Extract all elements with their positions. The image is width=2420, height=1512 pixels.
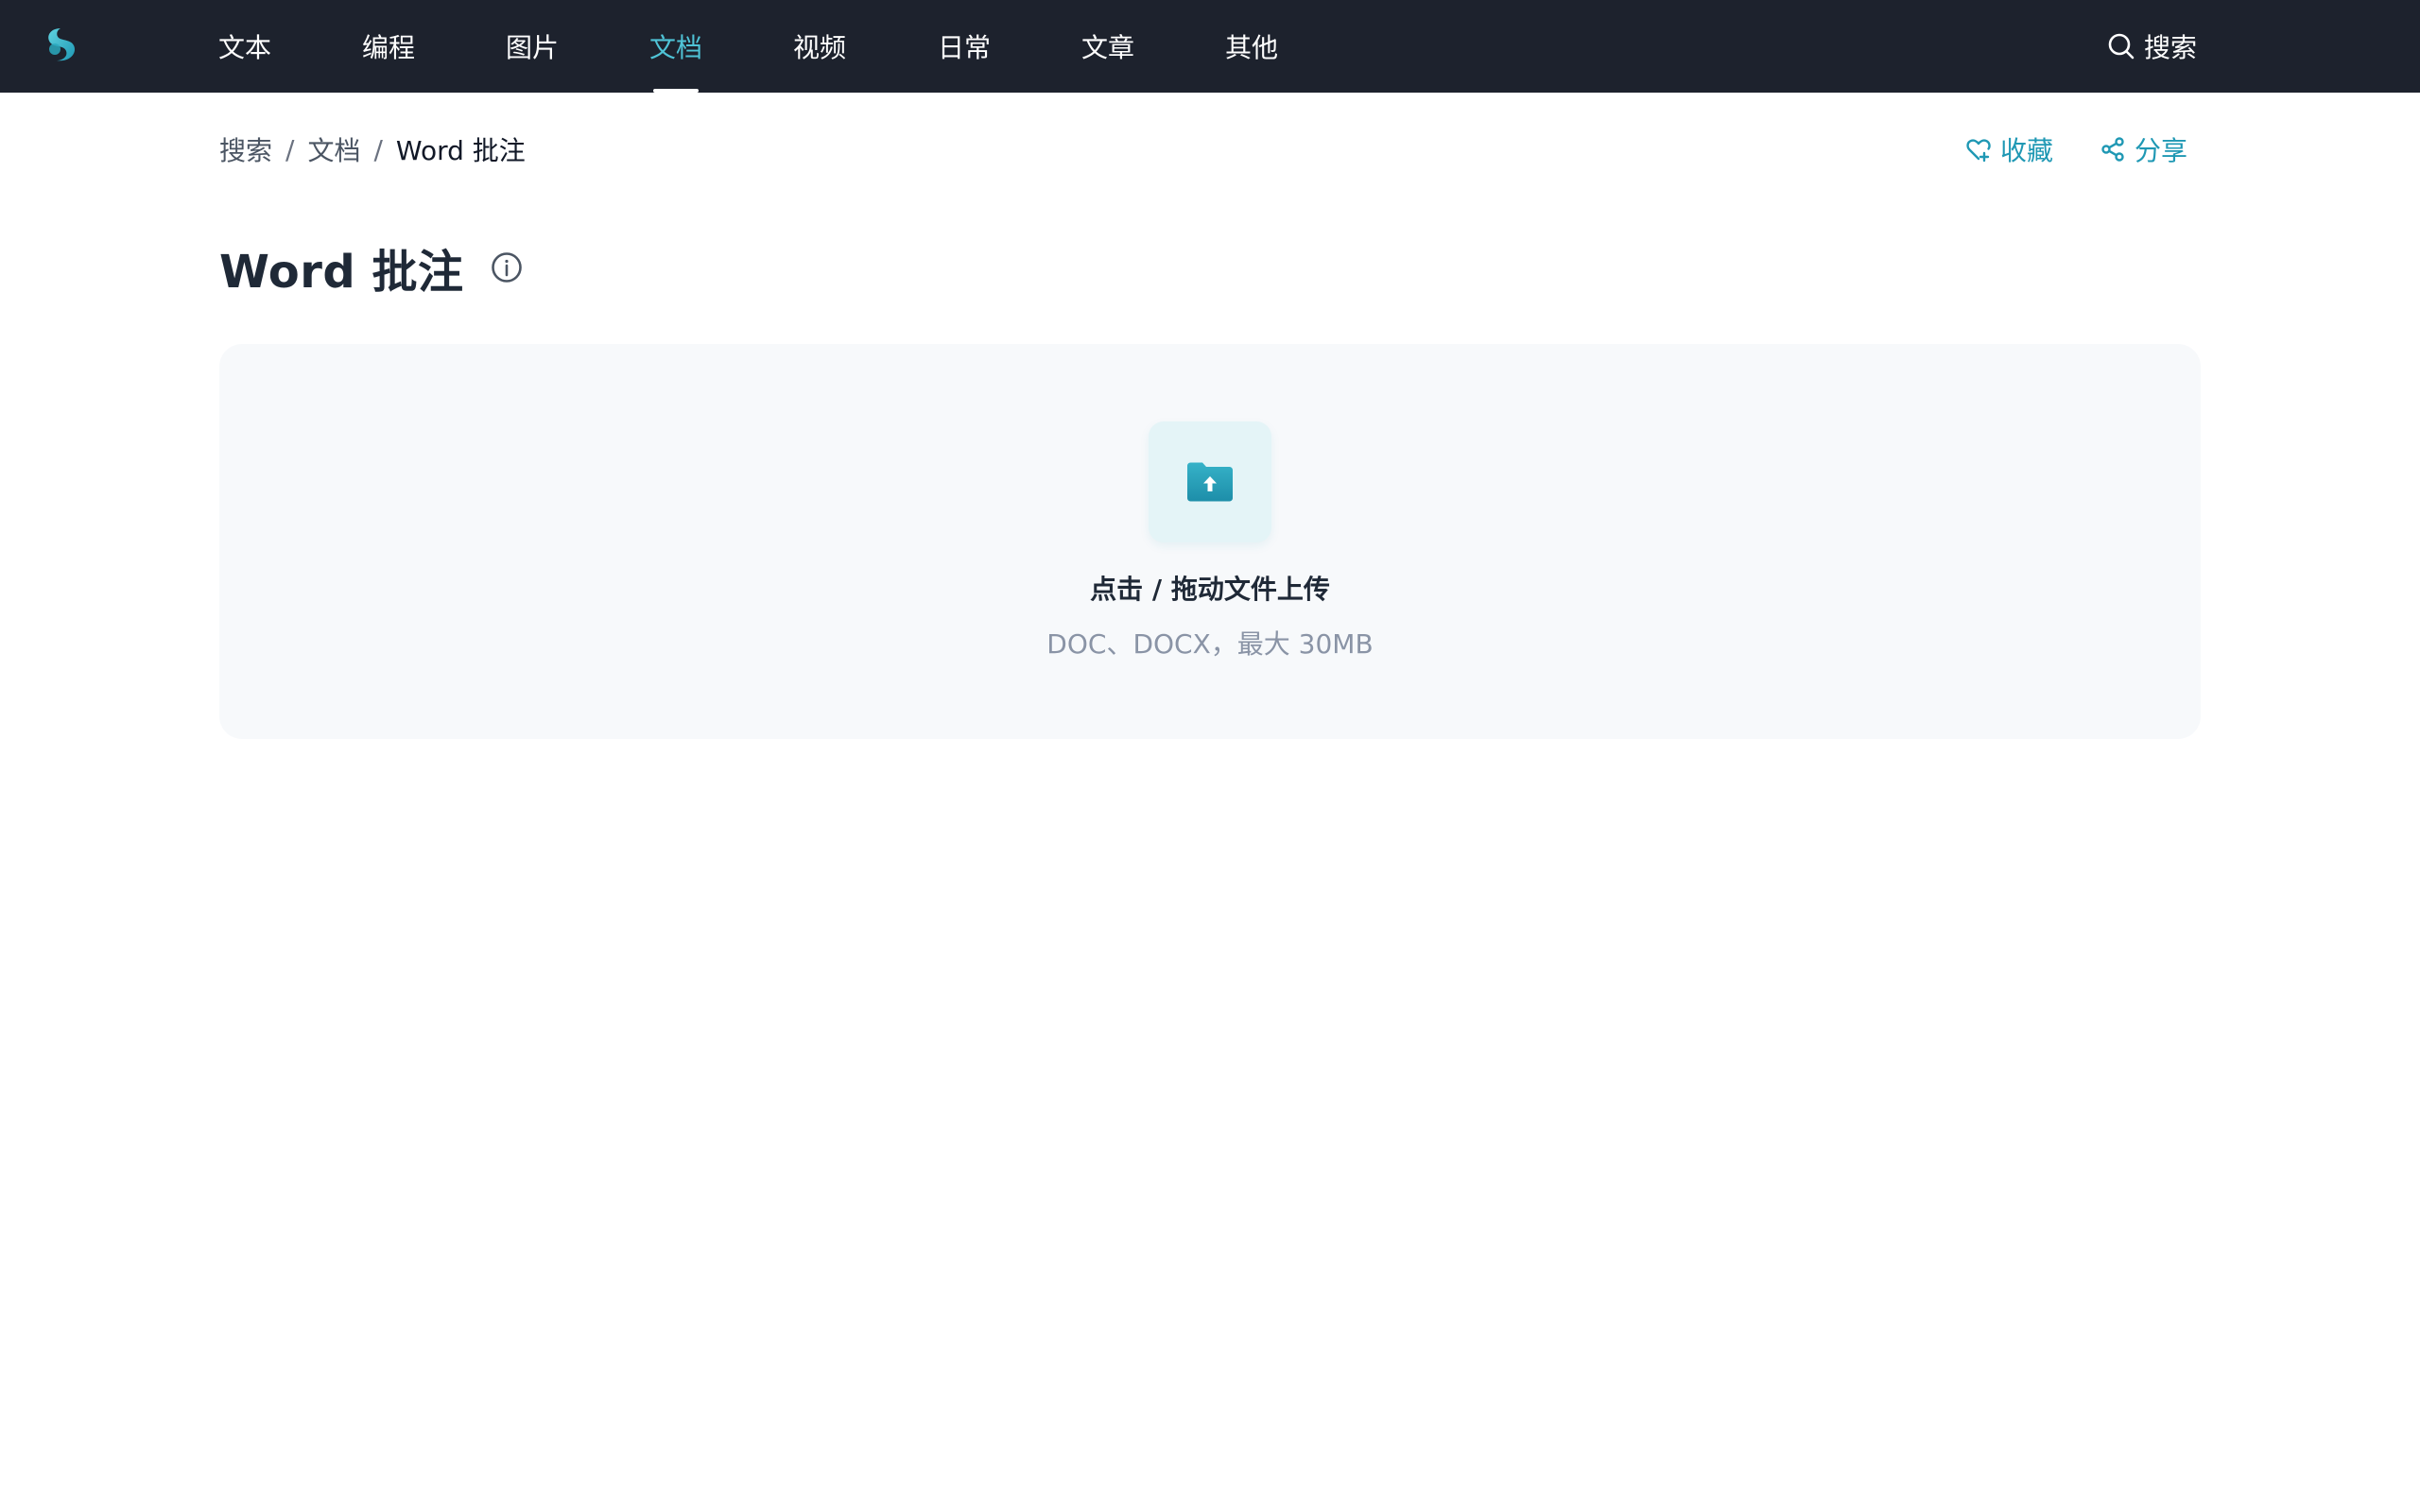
breadcrumb-separator: / <box>285 133 295 165</box>
nav-item-text[interactable]: 文本 <box>198 0 292 93</box>
nav-item-programming[interactable]: 编程 <box>341 0 436 93</box>
breadcrumb-separator: / <box>373 133 383 165</box>
page-title: Word 批注 <box>219 246 464 299</box>
breadcrumb-item-search[interactable]: 搜索 <box>219 130 272 168</box>
top-search-label: 搜索 <box>2144 32 2198 63</box>
nav-item-video[interactable]: 视频 <box>772 0 867 93</box>
swirl-logo-icon[interactable] <box>42 25 81 64</box>
upload-icon-tile <box>1149 421 1271 542</box>
top-navigation-bar: 文本 编程 图片 文档 视频 日常 文章 其他 搜索 <box>0 0 2420 93</box>
upload-hint: DOC、DOCX，最大 30MB <box>1046 628 1374 660</box>
breadcrumb-item-documents[interactable]: 文档 <box>307 130 360 168</box>
breadcrumb: 搜索 / 文档 / Word 批注 <box>219 129 526 169</box>
upload-title: 点击 / 拖动文件上传 <box>1090 574 1330 605</box>
title-row: Word 批注 <box>219 236 524 299</box>
favorite-label: 收藏 <box>1999 135 2053 166</box>
folder-upload-icon <box>1187 462 1233 502</box>
breadcrumb-current: Word 批注 <box>395 135 526 166</box>
info-icon[interactable] <box>490 250 524 284</box>
nav-item-images[interactable]: 图片 <box>485 0 579 93</box>
share-label: 分享 <box>2134 135 2187 166</box>
heart-plus-icon <box>1966 139 1991 163</box>
page-actions: 收藏 分享 <box>1964 129 2187 169</box>
nav-item-other[interactable]: 其他 <box>1204 0 1299 93</box>
share-button[interactable]: 分享 <box>2099 130 2187 168</box>
share-icon <box>2101 137 2124 162</box>
nav-item-daily[interactable]: 日常 <box>917 0 1011 93</box>
upload-dropzone[interactable]: 点击 / 拖动文件上传 DOC、DOCX，最大 30MB <box>219 344 2201 739</box>
search-icon <box>2108 33 2135 60</box>
nav-item-articles[interactable]: 文章 <box>1061 0 1155 93</box>
favorite-button[interactable]: 收藏 <box>1964 130 2053 168</box>
nav-item-documents[interactable]: 文档 <box>629 0 723 93</box>
top-search-button[interactable]: 搜索 <box>2106 0 2197 93</box>
